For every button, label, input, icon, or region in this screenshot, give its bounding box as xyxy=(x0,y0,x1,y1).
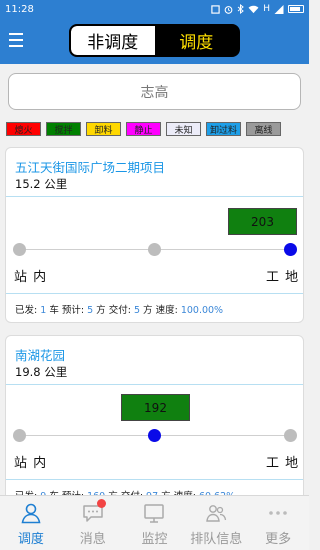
forecast-label: 预计: xyxy=(61,305,85,316)
legend-unloaded: 卸过料 xyxy=(206,122,241,136)
card-divider xyxy=(6,293,303,294)
station-label: 站 内 xyxy=(14,270,48,285)
tab-label: 排队信息 xyxy=(190,532,243,547)
wifi-icon xyxy=(248,5,259,13)
legend-mixing: 搅拌 xyxy=(46,122,81,136)
tab-more[interactable]: 更多 xyxy=(247,496,309,550)
midway-dot xyxy=(148,429,161,442)
network-type: H xyxy=(263,4,270,14)
midway-dot xyxy=(148,243,161,256)
vehicle-marker[interactable]: 192 xyxy=(121,394,190,421)
more-icon xyxy=(267,502,289,524)
project-card[interactable]: 南湖花园 19.8 公里 192 站 内 工 地 已发: 9 车 预计: 160… xyxy=(5,335,304,515)
card-divider xyxy=(6,384,303,385)
unit-fang: 方 xyxy=(96,305,106,316)
legend-stalled: 熄火 xyxy=(6,122,41,136)
tab-non-dispatch[interactable]: 非调度 xyxy=(71,26,155,55)
tab-monitor[interactable]: 监控 xyxy=(124,496,186,550)
project-title: 五江天街国际广场二期项目 xyxy=(15,160,166,175)
legend-offline: 离线 xyxy=(246,122,281,136)
speed-label: 速度: xyxy=(155,305,178,316)
delivered-label: 交付: xyxy=(108,305,131,316)
project-card[interactable]: 五江天街国际广场二期项目 15.2 公里 203 站 内 工 地 已发: 1 车… xyxy=(5,147,304,323)
signal-icon xyxy=(274,4,284,14)
delivered-value: 5 xyxy=(133,305,140,316)
status-bar: 11:28 H xyxy=(0,0,309,18)
bottom-tab-bar: 调度 消息 监控 排队信息 更多 xyxy=(0,495,309,550)
card-stats: 已发: 1 车 预计: 5 方 交付: 5 方 速度: 100.00% xyxy=(15,302,223,316)
site-dot xyxy=(284,243,297,256)
card-divider xyxy=(6,479,303,480)
tab-dispatch-nav[interactable]: 调度 xyxy=(0,496,62,550)
vehicle-marker[interactable]: 203 xyxy=(228,208,297,235)
forecast-value: 5 xyxy=(87,305,94,316)
dispatch-toggle[interactable]: 非调度 调度 xyxy=(69,24,240,57)
tab-label: 监控 xyxy=(141,532,168,547)
person-icon xyxy=(20,502,42,524)
battery-icon xyxy=(288,5,304,13)
queue-icon xyxy=(205,502,227,524)
bluetooth-icon xyxy=(237,4,245,14)
legend-stationary: 静止 xyxy=(126,122,161,136)
monitor-icon xyxy=(143,502,165,524)
station-dot xyxy=(13,429,26,442)
unread-badge xyxy=(96,499,106,508)
project-title: 南湖花园 xyxy=(15,348,66,363)
station-dot xyxy=(13,243,26,256)
tab-queue[interactable]: 排队信息 xyxy=(185,496,247,550)
status-icons: H xyxy=(211,4,304,14)
unit-fang: 方 xyxy=(143,305,153,316)
card-divider xyxy=(6,196,303,197)
unit-car: 车 xyxy=(49,305,59,316)
search-input[interactable]: 志高 xyxy=(8,73,301,110)
tab-label: 更多 xyxy=(265,532,292,547)
sent-label: 已发: xyxy=(15,305,38,316)
speed-value: 100.00% xyxy=(180,305,224,316)
tab-label: 消息 xyxy=(79,532,106,547)
alarm-icon xyxy=(224,5,233,14)
status-time: 11:28 xyxy=(5,3,34,15)
station-label: 站 内 xyxy=(14,456,48,471)
tab-messages[interactable]: 消息 xyxy=(62,496,124,550)
legend-unloading: 卸料 xyxy=(86,122,121,136)
menu-icon[interactable] xyxy=(9,33,23,47)
site-dot xyxy=(284,429,297,442)
legend-unknown: 未知 xyxy=(166,122,201,136)
site-label: 工 地 xyxy=(266,270,300,285)
tab-dispatch[interactable]: 调度 xyxy=(154,26,238,55)
status-legend: 熄火 搅拌 卸料 静止 未知 卸过料 离线 xyxy=(6,122,306,136)
project-distance: 15.2 公里 xyxy=(15,177,68,191)
sent-value: 1 xyxy=(40,305,47,316)
app-header: 非调度 调度 xyxy=(0,18,309,64)
notification-icon xyxy=(211,4,220,14)
tab-label: 调度 xyxy=(17,532,44,547)
project-distance: 19.8 公里 xyxy=(15,365,68,379)
site-label: 工 地 xyxy=(266,456,300,471)
